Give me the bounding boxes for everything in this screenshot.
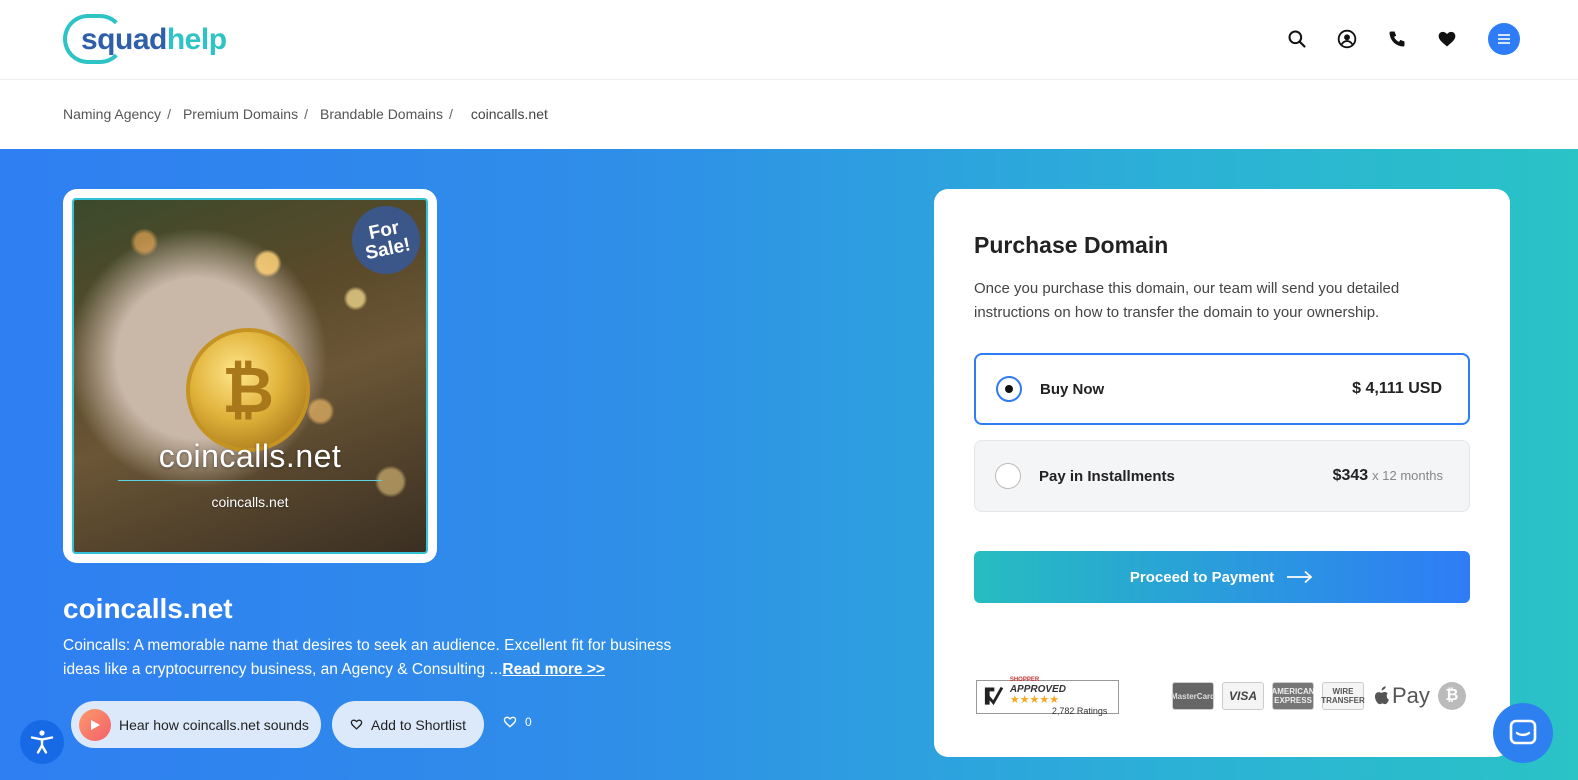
domain-title: coincalls.net bbox=[63, 593, 233, 624]
header-nav bbox=[1282, 22, 1520, 56]
domain-image: ₿ For Sale! coincalls.net coincalls.net bbox=[72, 198, 428, 554]
chat-launcher-button[interactable] bbox=[1493, 703, 1553, 763]
site-header: squadhelp bbox=[0, 0, 1578, 80]
option-label: Buy Now bbox=[1040, 380, 1105, 398]
option-buy-now[interactable]: Buy Now $ 4,111 USD bbox=[974, 353, 1470, 425]
installment-price: $343 bbox=[1332, 467, 1369, 484]
breadcrumb-premium-domains[interactable]: Premium Domains bbox=[183, 106, 298, 122]
breadcrumb-separator: / bbox=[448, 106, 453, 122]
logo-squad: squad bbox=[81, 23, 167, 56]
option-pay-installments[interactable]: Pay in Installments $343 x 12 months bbox=[974, 440, 1470, 512]
payment-methods: MasterCard VISA AMERICAN EXPRESS WIRE TR… bbox=[1171, 682, 1466, 710]
image-domain-name: coincalls.net bbox=[158, 438, 342, 474]
heart-outline-icon bbox=[503, 716, 517, 728]
domain-image-card: ₿ For Sale! coincalls.net coincalls.net bbox=[63, 189, 437, 563]
logo-text: squadhelp bbox=[81, 23, 227, 57]
shopper-approved-checkmark-icon bbox=[984, 686, 1004, 706]
breadcrumb-current: coincalls.net bbox=[470, 106, 548, 122]
bitcoin-icon: ₿ bbox=[1437, 682, 1466, 710]
menu-button[interactable] bbox=[1488, 23, 1520, 55]
ratings-count: 2,782 Ratings bbox=[1051, 706, 1108, 716]
shopper-approved-badge[interactable]: SHOPPER APPROVED ★★★★★ 2,782 Ratings bbox=[976, 677, 1119, 716]
breadcrumb-separator: / bbox=[304, 106, 308, 122]
option-label: Pay in Installments bbox=[1039, 467, 1175, 485]
play-icon bbox=[79, 708, 111, 741]
hear-pronunciation-button[interactable]: Hear how coincalls.net sounds bbox=[71, 701, 321, 748]
option-price: $343 x 12 months bbox=[1333, 467, 1443, 485]
breadcrumb-naming-agency[interactable]: Naming Agency bbox=[63, 106, 161, 122]
logo-help: help bbox=[166, 23, 227, 56]
purchase-description: Once you purchase this domain, our team … bbox=[974, 280, 1400, 321]
user-icon[interactable] bbox=[1332, 22, 1362, 56]
chat-icon bbox=[1509, 719, 1537, 745]
option-price: $ 4,111 USD bbox=[1352, 380, 1442, 397]
squadhelp-logo[interactable]: squadhelp bbox=[63, 14, 227, 66]
hear-pronunciation-label: Hear how coincalls.net sounds bbox=[119, 716, 309, 733]
radio-selected[interactable] bbox=[996, 376, 1022, 402]
read-more-link[interactable]: Read more >> bbox=[502, 661, 605, 678]
image-domain-caption: coincalls.net bbox=[211, 494, 289, 510]
radio-unselected[interactable] bbox=[995, 463, 1021, 489]
phone-icon[interactable] bbox=[1382, 22, 1412, 56]
search-icon[interactable] bbox=[1282, 22, 1312, 56]
rating-stars-icon: ★★★★★ bbox=[1009, 694, 1060, 706]
amex-icon: AMERICAN EXPRESS bbox=[1271, 682, 1315, 710]
menu-icon bbox=[1498, 34, 1510, 44]
domain-description: Coincalls: A memorable name that desires… bbox=[63, 634, 673, 682]
heart-outline-icon bbox=[350, 719, 363, 730]
image-divider bbox=[118, 480, 382, 481]
breadcrumb-separator: / bbox=[167, 106, 171, 122]
add-to-shortlist-label: Add to Shortlist bbox=[371, 716, 466, 733]
proceed-label: Proceed to Payment bbox=[1129, 568, 1275, 586]
likes-counter[interactable]: 0 bbox=[503, 715, 532, 729]
hero-section: ₿ For Sale! coincalls.net coincalls.net c… bbox=[0, 149, 1578, 780]
installment-term: x 12 months bbox=[1372, 468, 1443, 483]
apple-logo-icon bbox=[1374, 686, 1389, 705]
heart-icon[interactable] bbox=[1432, 22, 1462, 56]
shopper-brand: SHOPPER bbox=[1009, 677, 1040, 683]
apple-pay-icon: Pay bbox=[1372, 683, 1430, 709]
mastercard-icon: MasterCard bbox=[1171, 682, 1215, 710]
likes-count: 0 bbox=[525, 715, 532, 729]
breadcrumb-brandable-domains[interactable]: Brandable Domains bbox=[320, 106, 443, 122]
purchase-title: Purchase Domain bbox=[974, 232, 1169, 258]
add-to-shortlist-button[interactable]: Add to Shortlist bbox=[332, 701, 484, 748]
visa-icon: VISA bbox=[1222, 682, 1264, 710]
breadcrumb: Naming Agency / Premium Domains / Brandabl… bbox=[63, 106, 548, 122]
arrow-right-icon bbox=[1287, 570, 1313, 584]
purchase-domain-card: Purchase Domain Once you purchase this d… bbox=[934, 189, 1510, 757]
apple-pay-label: Pay bbox=[1392, 683, 1430, 708]
accessibility-icon bbox=[30, 730, 54, 754]
for-sale-badge: For Sale! bbox=[345, 200, 426, 281]
proceed-to-payment-button[interactable]: Proceed to Payment bbox=[974, 551, 1470, 603]
wire-transfer-icon: WIRE TRANSFER bbox=[1321, 682, 1365, 710]
accessibility-button[interactable] bbox=[20, 720, 64, 764]
bitcoin-coin-icon: ₿ bbox=[186, 328, 310, 452]
